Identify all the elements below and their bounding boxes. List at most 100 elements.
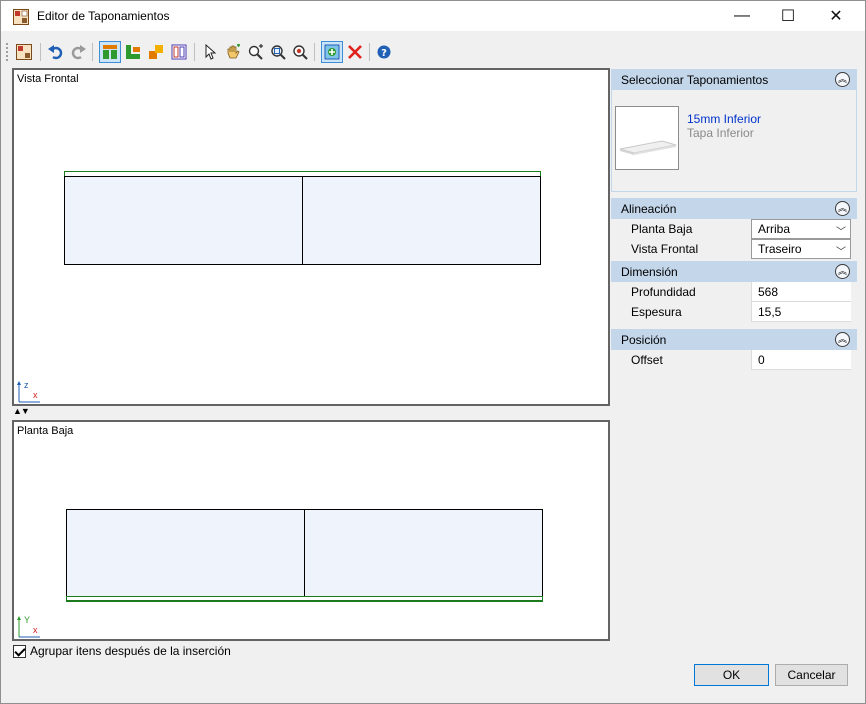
maximize-button[interactable]: ☐ bbox=[765, 1, 811, 31]
item-thumbnail[interactable] bbox=[615, 106, 679, 170]
planta-baja-value: Arriba bbox=[758, 222, 791, 236]
collapse-dimension-icon[interactable]: ︽ bbox=[835, 264, 850, 279]
prop-row-vista-frontal: Vista Frontal Traseiro ﹀ bbox=[621, 239, 851, 259]
help-button[interactable]: ? bbox=[373, 41, 395, 63]
cancel-button[interactable]: Cancelar bbox=[775, 664, 848, 686]
prop-label: Planta Baja bbox=[631, 222, 693, 236]
offset-value: 0 bbox=[758, 352, 765, 367]
catalog-section-title: Seleccionar Taponamientos bbox=[621, 72, 769, 87]
toolbar-separator bbox=[314, 43, 315, 61]
group-items-label: Agrupar itens después de la inserción bbox=[30, 644, 231, 658]
item-name-link[interactable]: 15mm Inferior bbox=[687, 112, 761, 126]
plan-view-drawing bbox=[66, 509, 543, 602]
front-axis-z-label: z bbox=[24, 380, 29, 390]
dimension-section-header[interactable]: Dimensión ︽ bbox=[611, 261, 857, 282]
collapse-alignment-icon[interactable]: ︽ bbox=[835, 201, 850, 216]
toolbar-separator bbox=[194, 43, 195, 61]
prop-label: Espesura bbox=[631, 305, 682, 319]
pan-tool-button[interactable] bbox=[222, 41, 244, 63]
zoom-in-icon bbox=[248, 44, 263, 60]
minimize-icon: — bbox=[734, 7, 750, 24]
plan-view-button[interactable] bbox=[122, 41, 144, 63]
zoom-extents-icon bbox=[293, 45, 308, 60]
window-title: Editor de Taponamientos bbox=[37, 9, 170, 23]
alignment-section-header[interactable]: Alineación ︽ bbox=[611, 198, 857, 219]
chevron-down-icon: ﹀ bbox=[836, 247, 846, 258]
front-view-drawing bbox=[64, 171, 541, 265]
pan-hand-icon bbox=[227, 44, 240, 59]
delete-button[interactable] bbox=[344, 41, 366, 63]
collapse-catalog-icon[interactable]: ︽ bbox=[835, 72, 850, 87]
front-left-cabinet bbox=[64, 176, 303, 265]
zoom-window-button[interactable] bbox=[267, 41, 289, 63]
planta-baja-select[interactable]: Arriba ﹀ bbox=[751, 219, 851, 239]
plan-bottom-panel bbox=[66, 596, 543, 601]
prop-row-planta-baja: Planta Baja Arriba ﹀ bbox=[621, 219, 851, 239]
item-description: Tapa Inferior bbox=[687, 126, 754, 140]
plan-view-icon bbox=[126, 45, 140, 59]
offset-field[interactable]: 0 bbox=[751, 350, 851, 370]
zoom-in-button[interactable] bbox=[245, 41, 267, 63]
doors-icon bbox=[171, 44, 187, 60]
catalog-icon bbox=[16, 44, 32, 60]
collapse-down-icon: ▼ bbox=[20, 406, 30, 416]
front-view-canvas[interactable]: Vista Frontal z x bbox=[12, 68, 610, 406]
front-axis-x-label: x bbox=[33, 390, 38, 400]
panel-thumbnail-icon bbox=[619, 140, 677, 155]
group-items-option[interactable]: Agrupar itens después de la inserción bbox=[13, 644, 231, 658]
toolbar: ? bbox=[1, 41, 865, 65]
ok-button[interactable]: OK bbox=[694, 664, 769, 686]
minimize-button[interactable]: — bbox=[719, 1, 765, 31]
front-top-panel bbox=[64, 171, 541, 177]
zoom-window-icon bbox=[271, 45, 286, 60]
front-right-cabinet bbox=[302, 176, 541, 265]
plan-view-canvas[interactable]: Planta Baja Y x bbox=[12, 420, 610, 641]
side-view-icon bbox=[149, 45, 163, 59]
front-view-icon bbox=[103, 45, 117, 59]
svg-text:?: ? bbox=[381, 48, 387, 59]
collapse-position-icon[interactable]: ︽ bbox=[835, 332, 850, 347]
close-button[interactable]: ✕ bbox=[813, 1, 859, 31]
group-items-checkbox[interactable] bbox=[13, 644, 26, 658]
alignment-section-title: Alineación bbox=[621, 201, 677, 216]
side-view-button[interactable] bbox=[145, 41, 167, 63]
plan-axis-icon bbox=[17, 616, 40, 638]
position-section-title: Posición bbox=[621, 332, 667, 347]
profundidad-field[interactable]: 568 bbox=[751, 282, 851, 302]
doors-button[interactable] bbox=[168, 41, 190, 63]
editor-window: Editor de Taponamientos — ☐ ✕ ? Vista Fr… bbox=[0, 0, 866, 704]
vista-frontal-select[interactable]: Traseiro ﹀ bbox=[751, 239, 851, 259]
collapse-up-icon: ▲ bbox=[13, 406, 22, 416]
insert-button[interactable] bbox=[321, 41, 343, 63]
view-splitter[interactable]: ▲▼ bbox=[13, 406, 30, 416]
plan-axis-y-label: Y bbox=[24, 615, 31, 625]
plan-axis-x-label: x bbox=[33, 625, 38, 635]
prop-row-offset: Offset 0 bbox=[621, 350, 851, 370]
espesura-value: 15,5 bbox=[758, 304, 782, 319]
title-bar: Editor de Taponamientos — ☐ ✕ bbox=[1, 1, 865, 31]
catalog-section-header[interactable]: Seleccionar Taponamientos ︽ bbox=[611, 69, 857, 90]
front-view-button[interactable] bbox=[99, 41, 121, 63]
chevron-down-icon: ﹀ bbox=[836, 227, 846, 238]
app-icon bbox=[13, 9, 29, 25]
zoom-extents-button[interactable] bbox=[289, 41, 311, 63]
prop-label: Vista Frontal bbox=[631, 242, 699, 256]
position-section-header[interactable]: Posición ︽ bbox=[611, 329, 857, 350]
prop-row-espesura: Espesura 15,5 bbox=[621, 302, 851, 322]
vista-frontal-value: Traseiro bbox=[758, 242, 802, 256]
undo-button[interactable] bbox=[45, 41, 67, 63]
redo-button[interactable] bbox=[67, 41, 89, 63]
espesura-field[interactable]: 15,5 bbox=[751, 302, 851, 322]
prop-label: Offset bbox=[631, 353, 663, 367]
toolbar-separator bbox=[369, 43, 370, 61]
plan-left-cabinet bbox=[66, 509, 305, 597]
prop-label: Profundidad bbox=[631, 285, 696, 299]
toolbar-separator bbox=[92, 43, 93, 61]
side-panel: Seleccionar Taponamientos ︽ 15mm Inferio… bbox=[611, 69, 857, 370]
close-icon: ✕ bbox=[829, 8, 843, 25]
help-icon: ? bbox=[377, 45, 391, 59]
catalog-button[interactable] bbox=[13, 41, 35, 63]
delete-icon bbox=[348, 45, 362, 59]
select-tool-button[interactable] bbox=[199, 41, 221, 63]
